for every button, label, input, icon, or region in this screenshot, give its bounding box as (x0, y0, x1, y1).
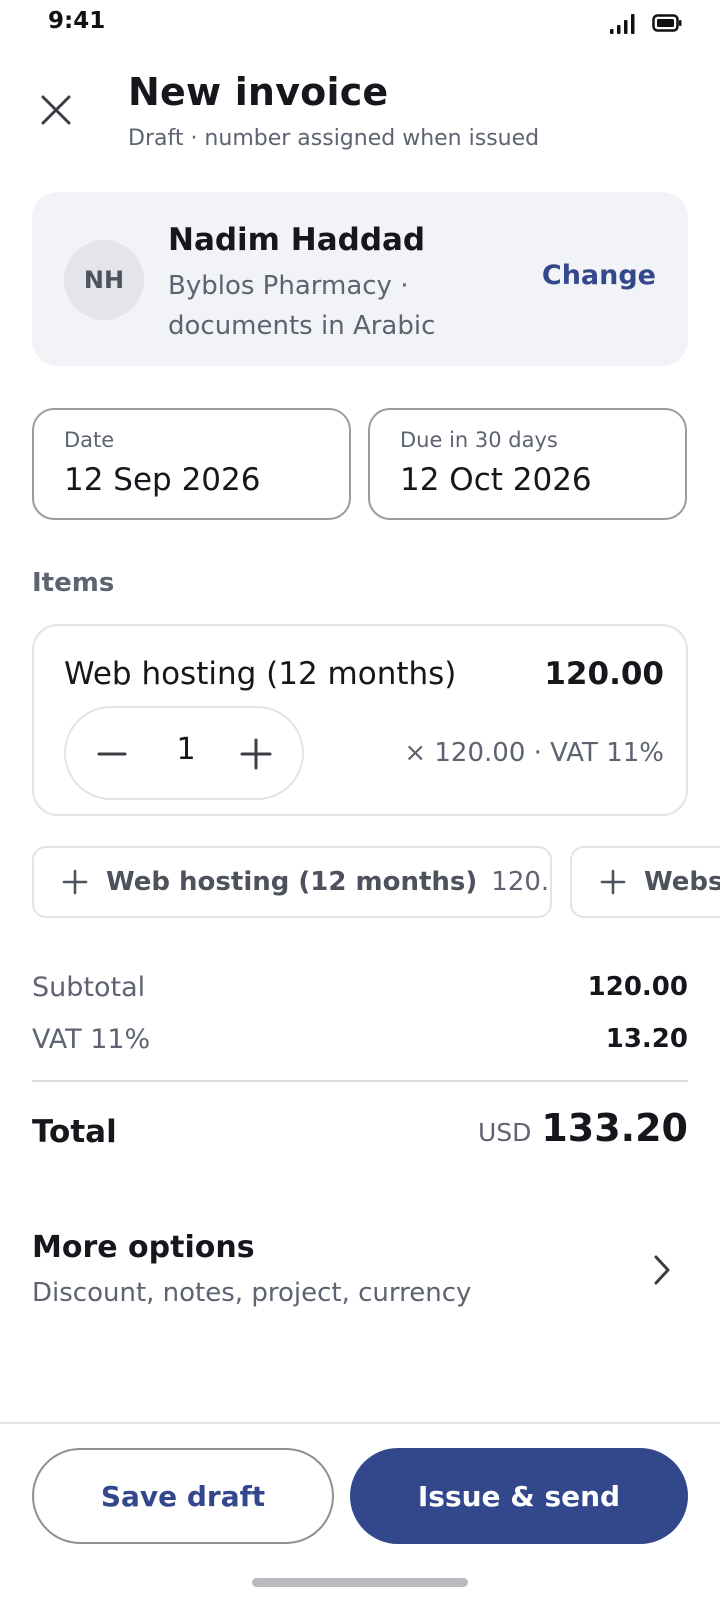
issue-send-button[interactable]: Issue & send (350, 1448, 688, 1544)
signal-icon (610, 14, 635, 34)
item-unit-price-vat: × 120.00 · VAT 11% (404, 738, 664, 768)
more-options-row[interactable]: More options Discount, notes, project, c… (0, 1220, 720, 1332)
plus-icon (62, 869, 88, 895)
issue-date-field[interactable]: Date 12 Sep 2026 (32, 408, 351, 520)
total-value: 133.20 (541, 1106, 688, 1150)
chip-label: Websi (644, 867, 720, 897)
avatar: NH (64, 240, 144, 320)
due-date-value: 12 Oct 2026 (400, 462, 592, 498)
vat-label: VAT 11% (32, 1024, 151, 1055)
subtotal-label: Subtotal (32, 972, 146, 1003)
due-date-field[interactable]: Due in 30 days 12 Oct 2026 (368, 408, 687, 520)
page-title: New invoice (128, 70, 389, 114)
customer-card: NH Nadim Haddad Byblos Pharmacy · docume… (32, 192, 688, 366)
total-currency: USD (477, 1118, 532, 1147)
battery-icon (652, 14, 682, 32)
chip-price: 120.00 (491, 867, 550, 897)
new-invoice-screen: 9:41 New invoice Draft · number assigned… (0, 0, 720, 1602)
chip-label: Web hosting (12 months) (106, 867, 478, 897)
close-icon (41, 95, 71, 125)
save-draft-button[interactable]: Save draft (32, 1448, 334, 1544)
change-customer-button[interactable]: Change (542, 260, 656, 291)
issue-date-label: Date (64, 428, 115, 452)
item-amount: 120.00 (544, 656, 664, 692)
item-name: Web hosting (12 months) (64, 656, 457, 692)
quantity-stepper: 1 (64, 706, 304, 800)
issue-date-value: 12 Sep 2026 (64, 462, 261, 498)
status-time: 9:41 (48, 8, 106, 34)
more-options-description: Discount, notes, project, currency (32, 1278, 472, 1308)
customer-detail: Byblos Pharmacy · documents in Arabic (168, 271, 436, 341)
line-item-card: Web hosting (12 months) 120.00 1 × 120.0… (32, 624, 688, 816)
bottom-bar-divider (0, 1422, 720, 1424)
more-options-title: More options (32, 1230, 255, 1265)
quick-add-chip[interactable]: Websi (570, 846, 720, 918)
plus-icon (240, 738, 272, 770)
home-indicator (252, 1578, 468, 1587)
items-section-label: Items (32, 568, 115, 598)
subtotal-value: 120.00 (587, 972, 688, 1002)
chevron-right-icon (654, 1255, 670, 1285)
close-button[interactable] (30, 84, 82, 136)
quick-add-chip[interactable]: Web hosting (12 months) 120.00 (32, 846, 552, 918)
vat-value: 13.20 (605, 1024, 688, 1054)
total-amount: USD 133.20 (478, 1106, 688, 1150)
totals-divider (32, 1080, 688, 1082)
due-date-label: Due in 30 days (400, 428, 558, 452)
page-subtitle: Draft · number assigned when issued (128, 126, 540, 151)
plus-icon (600, 869, 626, 895)
increase-quantity-button[interactable] (232, 730, 280, 778)
customer-name: Nadim Haddad (168, 222, 426, 258)
total-label: Total (32, 1114, 117, 1150)
